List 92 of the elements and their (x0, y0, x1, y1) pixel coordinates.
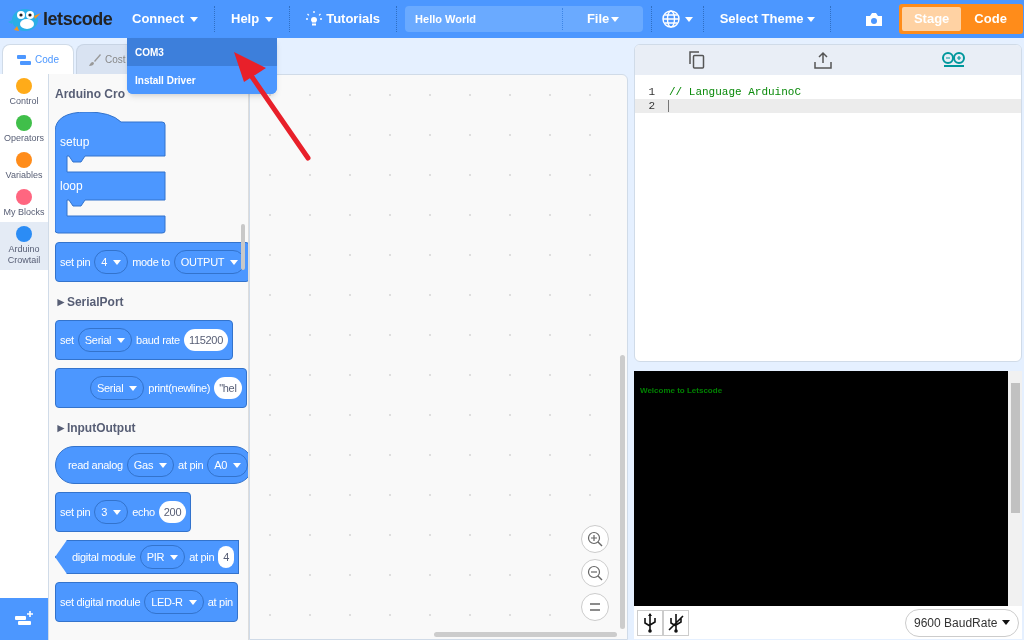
menu-item[interactable]: COM3 (127, 38, 277, 66)
caret-icon (190, 16, 198, 22)
stack-block[interactable]: set pin 3 echo 200 (55, 492, 192, 532)
category-item[interactable]: My Blocks (0, 185, 48, 222)
add-extension-button[interactable] (0, 598, 48, 640)
block-input[interactable]: "hel (214, 377, 242, 399)
menu-item[interactable]: Install Driver (127, 66, 277, 94)
setup-loop-block[interactable] (55, 112, 166, 234)
language-button[interactable] (660, 10, 696, 28)
caret-icon (129, 385, 138, 391)
stack-block[interactable]: set digital module LED-R at pin (55, 582, 238, 622)
caret-icon (233, 462, 242, 468)
scrollbar-thumb[interactable] (620, 355, 625, 629)
caret-icon (806, 16, 815, 22)
category-heading: ►SerialPort (55, 294, 124, 311)
arduino-logo-icon[interactable] (940, 52, 967, 68)
caret-icon (1002, 620, 1010, 625)
category-item[interactable]: Operators (0, 111, 48, 148)
block-input[interactable]: 200 (158, 501, 187, 523)
equals-icon (589, 603, 601, 611)
caret-icon (117, 337, 126, 343)
editor-tab[interactable]: Code (2, 44, 74, 74)
zoom-in-icon (587, 531, 603, 547)
scrollbar-thumb[interactable] (434, 632, 617, 637)
project-title-field[interactable]: Hello World File (405, 6, 644, 32)
block-label: loop (60, 178, 83, 195)
line-number: 2 (647, 98, 656, 114)
block-label: baud rate (136, 332, 180, 348)
block-label: set pin (60, 254, 91, 270)
block-label: read analog (68, 457, 123, 473)
line-number: 1 (647, 84, 656, 100)
extension-icon (14, 611, 34, 627)
block-label: at pin (207, 594, 233, 610)
link-button[interactable]: Tutorials (298, 0, 389, 38)
category-item[interactable]: Control (0, 74, 48, 111)
block-label: set digital module (60, 594, 141, 610)
console-text: Welcome to Letscode (640, 385, 724, 397)
boolean-block[interactable]: digital module PIR at pin 4 (55, 540, 240, 574)
lightbulb-icon (306, 11, 323, 27)
category-heading: Arduino Cro (55, 86, 125, 103)
block-label: set (60, 332, 74, 348)
block-input[interactable]: 4 (218, 546, 235, 568)
code-text: // Language ArduinoC (669, 84, 802, 100)
block-label: at pin (189, 549, 215, 565)
caret-icon (685, 16, 694, 22)
category-item[interactable]: Variables (0, 148, 48, 185)
usb-off-icon (668, 612, 684, 633)
file-menu-button[interactable]: File (563, 9, 644, 29)
copy-icon[interactable] (689, 51, 706, 69)
scrollbar-thumb[interactable] (241, 224, 245, 270)
text-cursor (668, 100, 669, 112)
menu-button[interactable]: Connect (124, 0, 206, 38)
logo-text: letscode (43, 7, 113, 31)
block-label: digital module (72, 549, 136, 565)
usb-icon (643, 612, 657, 633)
usb-connect-button[interactable] (637, 609, 663, 636)
menu-button[interactable]: Help (223, 0, 282, 38)
zoom-out-icon (587, 565, 603, 581)
camera-icon (865, 11, 884, 27)
block-label: at pin (178, 457, 204, 473)
scrollbar-thumb[interactable] (1010, 383, 1020, 513)
category-heading: ►InputOutput (55, 420, 136, 437)
brush-icon (89, 53, 101, 66)
code-editor[interactable]: 1 // Language ArduinoC 2 (635, 75, 1021, 361)
stack-block[interactable]: Serial print(newline) "hel (55, 368, 247, 408)
upload-icon[interactable] (814, 51, 832, 69)
stack-block[interactable]: set Serial baud rate 115200 (55, 320, 233, 360)
camera-button[interactable] (865, 11, 884, 27)
caret-icon (113, 259, 122, 265)
caret-icon (113, 509, 122, 515)
category-item[interactable]: Arduino Crowtail (0, 222, 48, 270)
zoom-out-button[interactable] (581, 559, 609, 587)
caret-icon (611, 16, 620, 22)
block-label: echo (132, 504, 155, 520)
caret-icon (170, 554, 179, 560)
block-label: print(newline) (148, 380, 211, 396)
stack-block[interactable]: set pin 4 mode to OUTPUT (55, 242, 248, 282)
zoom-in-button[interactable] (581, 525, 609, 553)
caret-icon (230, 259, 239, 265)
theme-menu-button[interactable]: Select Theme (712, 9, 823, 29)
block-label: setup (60, 134, 90, 151)
caret-icon (265, 16, 274, 22)
code-blocks-icon (17, 54, 32, 65)
caret-icon (159, 462, 168, 468)
block-label: mode to (132, 254, 170, 270)
caret-icon (188, 599, 197, 605)
block-label: set pin (60, 504, 91, 520)
reporter-block[interactable]: read analog Gas at pin A0 (55, 446, 248, 484)
block-input[interactable]: 115200 (183, 329, 228, 351)
zoom-reset-button[interactable] (581, 593, 609, 621)
globe-icon (662, 10, 681, 28)
usb-disconnect-button[interactable] (663, 609, 689, 636)
